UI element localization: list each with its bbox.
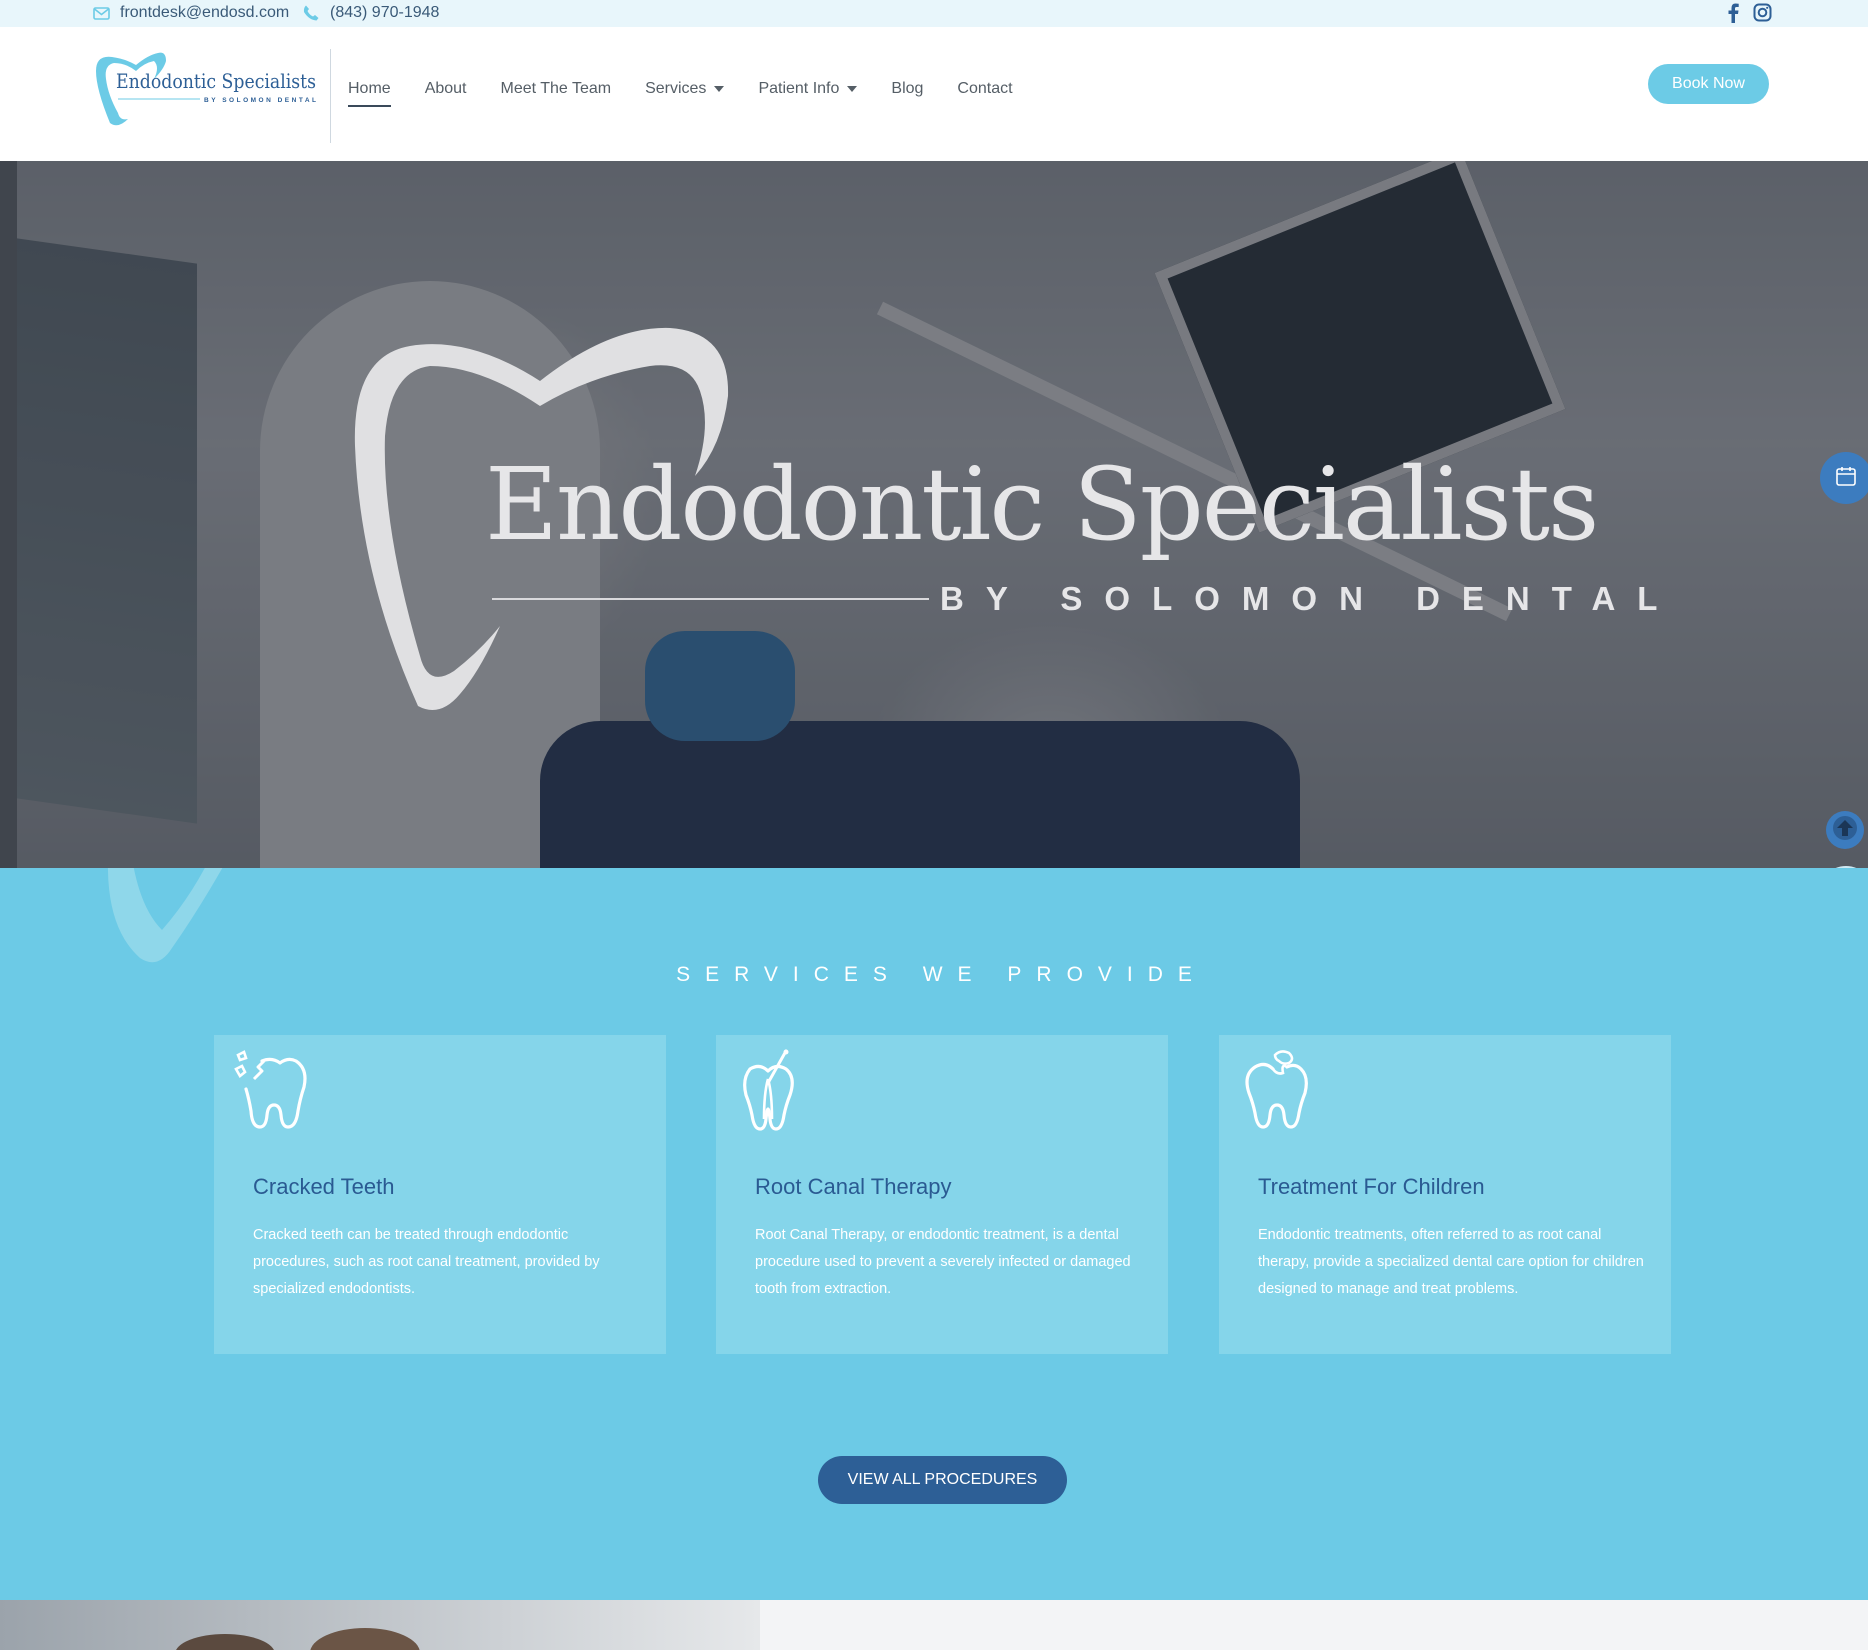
calendar-widget-button[interactable] [1820,452,1868,504]
services-section: SERVICES WE PROVIDE Cracked Teeth Cracke… [0,868,1868,1600]
social-links [1727,3,1772,23]
service-title[interactable]: Cracked Teeth [253,1174,394,1200]
chevron-down-icon [714,86,725,92]
hero-title: Endodontic Specialists [485,446,1599,563]
arrow-up-icon [1832,815,1858,846]
service-card[interactable]: Root Canal Therapy Root Canal Therapy, o… [716,1035,1168,1354]
email-link[interactable]: frontdesk@endosd.com [93,4,289,22]
view-all-procedures-button[interactable]: VIEW ALL PROCEDURES [818,1456,1067,1504]
nav-meet-the-team[interactable]: Meet The Team [484,74,629,104]
service-description: Root Canal Therapy, or endodontic treatm… [755,1227,1131,1297]
nav-services[interactable]: Services [628,74,741,104]
tooth-deco-mark [107,868,223,963]
nav-home[interactable]: Home [348,74,408,107]
hero-subtitle: BY SOLOMON DENTAL [940,580,1680,617]
chevron-down-icon [847,86,858,92]
envelope-icon [93,6,110,20]
chipped-tooth-icon [1237,1049,1317,1131]
top-bar: frontdesk@endosd.com (843) 970-1948 [0,0,1868,27]
site-header: Endodontic Specialists BY SOLOMON DENTAL… [0,27,1868,161]
phone-icon [302,4,320,22]
service-description: Cracked teeth can be treated through end… [253,1227,600,1297]
services-heading: SERVICES WE PROVIDE [676,963,1207,986]
nav-about[interactable]: About [408,74,484,104]
calendar-icon [1834,464,1858,493]
facebook-icon[interactable] [1727,3,1739,23]
service-description: Endodontic treatments, often referred to… [1258,1227,1644,1297]
service-card[interactable]: Cracked Teeth Cracked teeth can be treat… [214,1035,666,1354]
nav-patient-info[interactable]: Patient Info [741,74,874,104]
logo-title: Endodontic Specialists [116,69,316,93]
root-canal-tooth-icon [734,1049,814,1131]
next-section-photo [0,1600,1868,1650]
email-text: frontdesk@endosd.com [120,4,290,21]
book-now-button[interactable]: Book Now [1648,64,1769,104]
logo-subtitle: BY SOLOMON DENTAL [204,97,318,104]
nav-contact[interactable]: Contact [940,74,1029,104]
nav-blog[interactable]: Blog [874,74,940,104]
cracked-tooth-icon [232,1049,312,1131]
site-logo[interactable]: Endodontic Specialists BY SOLOMON DENTAL [92,49,322,129]
logo-divider [330,49,331,143]
main-nav: Home About Meet The Team Services Patien… [348,74,1030,107]
scroll-top-button[interactable] [1826,811,1864,849]
service-title[interactable]: Root Canal Therapy [755,1174,952,1200]
hero-banner: Endodontic Specialists BY SOLOMON DENTAL [0,161,1868,868]
phone-link[interactable]: (843) 970-1948 [302,4,439,22]
instagram-icon[interactable] [1753,3,1772,23]
hero-divider [492,598,929,600]
service-title[interactable]: Treatment For Children [1258,1174,1485,1200]
phone-text: (843) 970-1948 [330,4,440,21]
service-card[interactable]: Treatment For Children Endodontic treatm… [1219,1035,1671,1354]
